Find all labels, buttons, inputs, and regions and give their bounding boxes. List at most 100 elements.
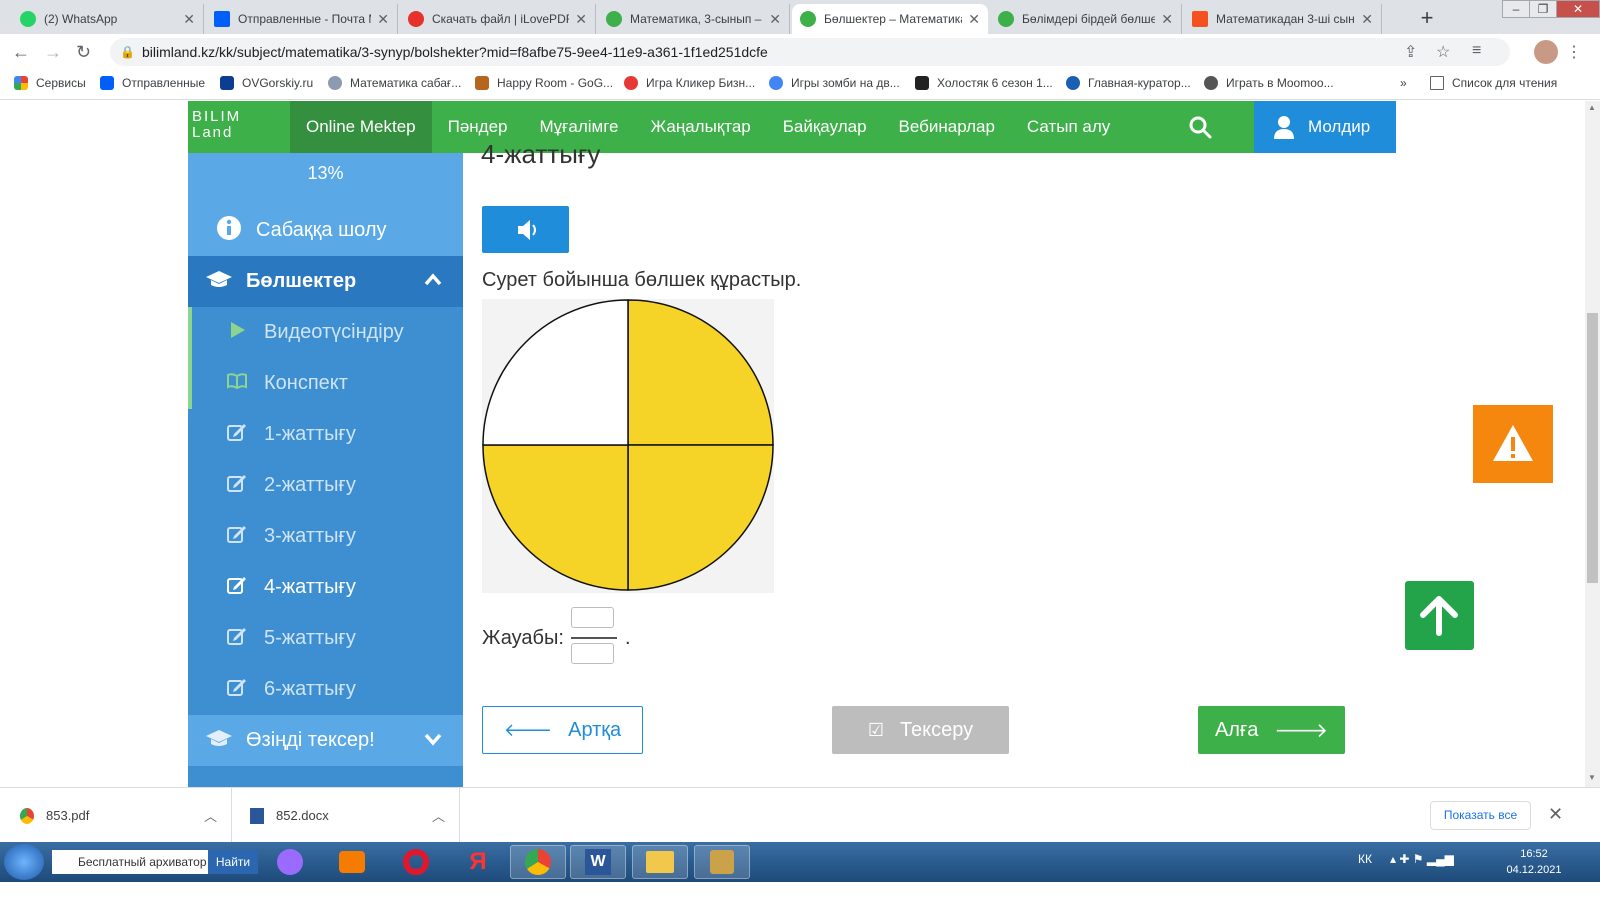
sidebar-item-exercise-3[interactable]: 3-жаттығу <box>188 511 463 562</box>
browser-tab[interactable]: Бөлімдері бірдей бөлшектер ✕ <box>990 4 1182 34</box>
page-scrollbar[interactable]: ▲ ▼ <box>1585 101 1600 787</box>
sidebar-item-konspekt[interactable]: Конспект <box>188 358 463 409</box>
bookmark-item[interactable]: Игра Кликер Бизн... <box>624 76 755 90</box>
scroll-to-top-button[interactable] <box>1405 581 1474 650</box>
close-tab-icon[interactable]: ✕ <box>968 11 980 28</box>
media-player-icon[interactable] <box>324 845 380 879</box>
denominator-input[interactable] <box>571 643 614 664</box>
back-arrow-icon[interactable]: ← <box>12 42 30 63</box>
profile-avatar[interactable] <box>1534 40 1558 64</box>
browser-menu-icon[interactable]: ⋮ <box>1566 42 1582 62</box>
menu-news[interactable]: Жаңалықтар <box>635 101 767 153</box>
bilimland-logo[interactable]: BILIM Land <box>188 109 288 145</box>
download-item[interactable]: 852.docx ︿ <box>232 788 460 843</box>
chevron-down-icon[interactable] <box>423 729 443 749</box>
show-all-downloads-button[interactable]: Показать все <box>1430 801 1531 830</box>
scroll-down-icon[interactable]: ▼ <box>1588 773 1596 782</box>
numerator-input[interactable] <box>571 607 614 628</box>
bookmarks-more-button[interactable]: » <box>1400 76 1407 90</box>
address-bar-row: ← → ↻ 🔒 bilimland.kz/kk/subject/matemati… <box>0 34 1600 70</box>
site-icon <box>1066 76 1080 90</box>
sidebar-section-self-check[interactable]: Өзіңді тексер! <box>188 715 463 766</box>
taskbar-search-button[interactable]: Найти <box>208 850 258 874</box>
scroll-up-icon[interactable]: ▲ <box>1588 103 1596 112</box>
tray-icons[interactable]: ▴ ✚ ⚑ ▂▄▆ <box>1390 852 1454 866</box>
share-icon[interactable]: ⇪ <box>1404 42 1417 62</box>
sidebar-item-video[interactable]: Видеотүсіндіру <box>188 307 463 358</box>
user-account-button[interactable]: Молдир <box>1254 101 1396 153</box>
browser-tab-active[interactable]: Бөлшектер – Математика ✕ <box>792 4 988 34</box>
chevron-up-icon[interactable]: ︿ <box>432 806 445 825</box>
sidebar-item-exercise-2[interactable]: 2-жаттығу <box>188 460 463 511</box>
menu-contests[interactable]: Байқаулар <box>767 101 883 153</box>
download-item[interactable]: 853.pdf ︿ <box>0 788 232 843</box>
browser-tab[interactable]: Скачать файл | iLovePDF ✕ <box>400 4 596 34</box>
close-tab-icon[interactable]: ✕ <box>1161 11 1173 28</box>
word-taskbar-icon[interactable]: W <box>570 845 626 879</box>
forward-arrow-icon[interactable]: → <box>44 42 62 63</box>
game-icon <box>624 76 638 90</box>
system-clock[interactable]: 16:52 04.12.2021 <box>1504 846 1564 878</box>
check-button[interactable]: ☑ Тексеру <box>832 706 1009 754</box>
reading-list-button[interactable]: Список для чтения <box>1430 76 1557 90</box>
next-button[interactable]: Алға 🡒 <box>1198 706 1345 754</box>
bookmark-item[interactable]: Играть в Moomoo... <box>1204 76 1334 90</box>
search-icon[interactable] <box>1188 115 1212 139</box>
sidebar-item-overview[interactable]: Сабаққа шолу <box>188 205 463 256</box>
chevron-up-icon[interactable] <box>423 270 443 290</box>
star-icon[interactable]: ☆ <box>1436 42 1450 62</box>
browser-tab[interactable]: Математика, 3-сынып – сабақ ✕ <box>598 4 790 34</box>
browser-tab[interactable]: Отправленные - Почта Mail.ru ✕ <box>206 4 398 34</box>
bookmark-item[interactable]: OVGorskiy.ru <box>220 76 313 90</box>
restore-icon[interactable]: ❐ <box>1529 0 1557 18</box>
windows-taskbar: Бесплатный архиватор Найти Я W КК ▴ ✚ ⚑ … <box>0 842 1600 882</box>
browser-tab[interactable]: (2) WhatsApp ✕ <box>12 4 204 34</box>
menu-online-mektep[interactable]: Online Mektep <box>290 101 432 153</box>
new-tab-button[interactable]: + <box>1414 6 1440 32</box>
bookmark-item[interactable]: Сервисы <box>14 76 86 90</box>
progress-percent: 13% <box>188 153 463 205</box>
window-close-icon[interactable]: ✕ <box>1556 0 1600 18</box>
fraction-figure-panel <box>482 299 774 593</box>
bookmark-item[interactable]: Математика сабағ... <box>328 76 461 90</box>
lock-icon: 🔒 <box>120 45 135 59</box>
close-tab-icon[interactable]: ✕ <box>377 11 389 28</box>
menu-webinars[interactable]: Вебинарлар <box>883 101 1011 153</box>
chrome-taskbar-icon[interactable] <box>510 845 566 879</box>
back-button[interactable]: 🡐 Артқа <box>482 706 643 754</box>
bookmark-item[interactable]: Happy Room - GoG... <box>475 76 613 90</box>
alice-app-icon[interactable] <box>262 845 318 879</box>
menu-buy[interactable]: Сатып алу <box>1011 101 1126 153</box>
sidebar-item-exercise-1[interactable]: 1-жаттығу <box>188 409 463 460</box>
close-downloads-icon[interactable]: ✕ <box>1548 804 1563 825</box>
explorer-taskbar-icon[interactable] <box>632 845 688 879</box>
url-field[interactable]: 🔒 bilimland.kz/kk/subject/matematika/3-s… <box>110 38 1510 66</box>
play-audio-button[interactable] <box>482 206 569 253</box>
sidebar-item-exercise-6[interactable]: 6-жаттығу <box>188 664 463 715</box>
yandex-browser-icon[interactable]: Я <box>450 845 506 879</box>
minimize-icon[interactable]: – <box>1502 0 1530 18</box>
taskbar-search-field[interactable]: Бесплатный архиватор <box>52 850 208 874</box>
start-button[interactable] <box>4 844 44 880</box>
bookmark-item[interactable]: Отправленные <box>100 76 205 90</box>
close-tab-icon[interactable]: ✕ <box>575 11 587 28</box>
sidebar-item-exercise-4[interactable]: 4-жаттығу <box>188 562 463 613</box>
browser-tab[interactable]: Математикадан 3-ші сынып ✕ <box>1184 4 1382 34</box>
chevron-up-icon[interactable]: ︿ <box>204 806 217 825</box>
close-tab-icon[interactable]: ✕ <box>183 11 195 28</box>
tools-taskbar-icon[interactable] <box>694 845 750 879</box>
sidebar-item-exercise-5[interactable]: 5-жаттығу <box>188 613 463 664</box>
language-indicator[interactable]: КК <box>1358 852 1372 866</box>
report-error-button[interactable] <box>1473 405 1553 483</box>
globe-icon <box>1204 76 1218 90</box>
reading-list-icon[interactable]: ≡ <box>1472 42 1481 60</box>
sidebar-section-fractions[interactable]: Бөлшектер <box>188 256 463 307</box>
opera-icon[interactable] <box>388 845 444 879</box>
bookmark-item[interactable]: Главная-куратор... <box>1066 76 1191 90</box>
close-tab-icon[interactable]: ✕ <box>769 11 781 28</box>
scrollbar-thumb[interactable] <box>1587 313 1598 583</box>
close-tab-icon[interactable]: ✕ <box>1361 11 1373 28</box>
reload-icon[interactable]: ↻ <box>76 42 91 63</box>
bookmark-item[interactable]: Холостяк 6 сезон 1... <box>915 76 1053 90</box>
bookmark-item[interactable]: Игры зомби на дв... <box>769 76 900 90</box>
